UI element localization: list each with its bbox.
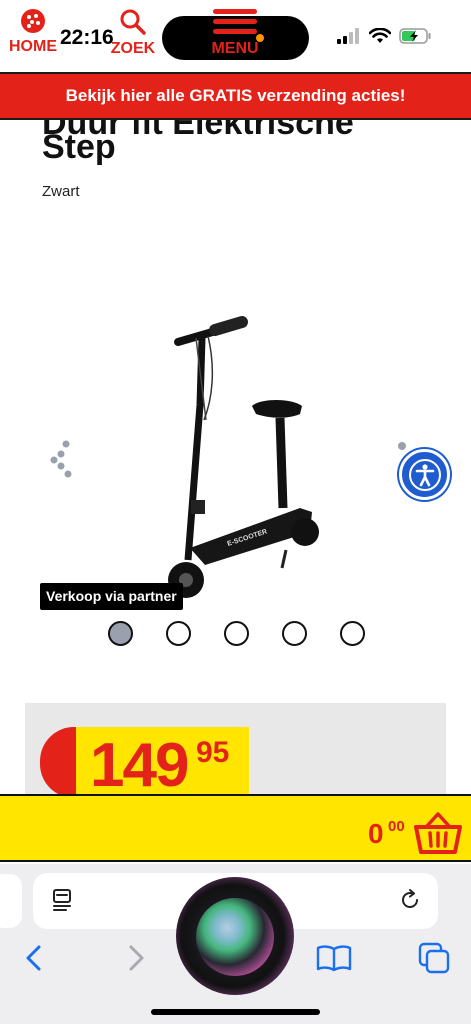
carousel-dot[interactable] — [166, 621, 191, 646]
bookmarks-icon[interactable] — [316, 944, 352, 972]
status-icons — [337, 28, 431, 44]
share-icon-secondary[interactable] — [396, 440, 410, 454]
partner-badge: Verkoop via partner — [40, 583, 183, 610]
price-cents: 95 — [196, 736, 230, 769]
tabs-icon[interactable] — [418, 942, 450, 974]
cart-amount-cents[interactable]: 00 — [388, 818, 405, 835]
carousel-dot[interactable] — [282, 621, 307, 646]
nav-menu-label: MENU — [211, 40, 259, 57]
product-color: Zwart — [42, 183, 80, 200]
search-icon — [120, 9, 146, 35]
forward-icon[interactable] — [126, 944, 146, 972]
image-carousel-dots — [108, 621, 365, 646]
menu-icon — [213, 9, 257, 34]
home-icon — [21, 9, 45, 33]
cart-amount[interactable]: 0 — [368, 820, 384, 848]
nav-search[interactable]: ZOEK — [106, 8, 160, 58]
reload-icon[interactable] — [398, 888, 422, 912]
accessibility-button[interactable] — [399, 449, 450, 500]
signal-icon — [337, 28, 359, 44]
accessibility-icon — [408, 458, 441, 491]
promo-text: Bekijk hier alle GRATIS verzending actie… — [65, 86, 406, 105]
back-icon[interactable] — [24, 944, 44, 972]
home-indicator — [151, 1009, 320, 1015]
product-title: Step — [42, 128, 116, 166]
nav-menu[interactable]: MENU — [206, 8, 264, 58]
carousel-dot[interactable] — [340, 621, 365, 646]
siri-orb-glow — [196, 898, 274, 976]
nav-home-label: HOME — [9, 38, 57, 55]
previous-tab-preview[interactable] — [0, 874, 22, 928]
price-main: 149 — [90, 731, 189, 800]
cart-icon[interactable] — [413, 812, 463, 856]
wifi-icon — [369, 28, 391, 43]
battery-icon — [399, 28, 431, 44]
share-icon[interactable] — [48, 440, 76, 480]
promo-banner[interactable]: Bekijk hier alle GRATIS verzending actie… — [0, 72, 471, 120]
nav-search-label: ZOEK — [110, 40, 156, 57]
nav-home[interactable]: HOME — [6, 8, 60, 56]
reader-icon[interactable] — [52, 888, 72, 912]
carousel-dot[interactable] — [224, 621, 249, 646]
carousel-dot[interactable] — [108, 621, 133, 646]
product-image[interactable]: E-SCOOTER — [160, 310, 330, 605]
